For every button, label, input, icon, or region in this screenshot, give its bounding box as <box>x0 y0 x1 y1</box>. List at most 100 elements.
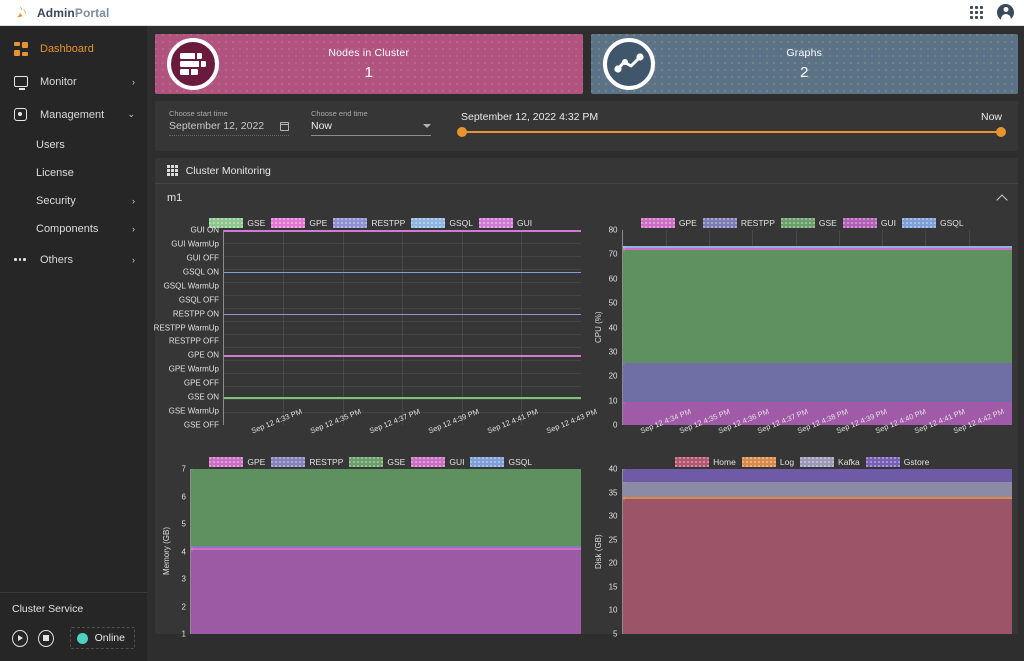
legend-swatch <box>478 218 513 228</box>
legend-label: GUI <box>516 218 533 228</box>
cluster-service-title: Cluster Service <box>12 603 84 615</box>
sidebar-item-management[interactable]: Management ⌄ <box>0 98 147 131</box>
legend-item[interactable]: RESTPP <box>702 218 775 228</box>
chevron-right-icon: › <box>132 224 135 234</box>
legend-item[interactable]: GPE <box>209 457 265 467</box>
calendar-icon[interactable] <box>279 121 289 131</box>
end-time-field[interactable]: Choose end time Now <box>311 109 431 136</box>
end-time-label: Choose end time <box>311 109 368 118</box>
legend-swatch <box>702 218 737 228</box>
sidebar-item-others[interactable]: Others › <box>0 243 147 276</box>
start-time-value: September 12, 2022 <box>169 120 265 132</box>
y-tick-label: 40 <box>608 464 618 474</box>
y-tick-label: 80 <box>608 225 618 235</box>
legend-item[interactable]: GUI <box>842 218 896 228</box>
play-button-icon[interactable] <box>12 629 28 647</box>
sidebar-item-monitor[interactable]: Monitor › <box>0 65 147 98</box>
grid-line-horizontal <box>224 308 581 309</box>
grid-line-vertical <box>461 230 463 425</box>
grid-line-vertical <box>402 230 404 425</box>
chevron-up-icon[interactable] <box>996 193 1008 206</box>
server-stack-icon <box>167 38 219 90</box>
y-axis-ticks: 7 6 5 4 3 2 1 <box>172 465 190 639</box>
legend-item[interactable]: GPE <box>640 218 697 228</box>
legend-item[interactable]: GSQL <box>901 218 964 228</box>
end-time-value: Now <box>311 120 333 132</box>
legend-item[interactable]: Gstore <box>865 457 929 467</box>
x-axis-ticks: Sep 12 4:34 PM Sep 12 4:35 PM Sep 12 4:36 … <box>622 407 1013 451</box>
area-band-gui <box>191 550 581 634</box>
chevron-right-icon: › <box>132 196 135 206</box>
grid-apps-icon[interactable] <box>970 6 983 19</box>
sidebar-item-license[interactable]: License <box>0 159 147 187</box>
chart-memory: GPE RESTPP GSE GUI GSQL Memory (GB) 7 6 5 4 3 2 1 <box>155 451 587 639</box>
legend-label: GUI <box>449 457 465 467</box>
y-tick-label: 10 <box>608 396 618 406</box>
legend-item[interactable]: GSE <box>349 457 405 467</box>
legend-item[interactable]: Log <box>741 457 795 467</box>
status-dot-icon <box>76 632 88 644</box>
series-line-gsql <box>224 271 581 274</box>
slider-handle-end[interactable] <box>996 127 1006 137</box>
ellipsis-icon <box>14 258 32 261</box>
legend-item[interactable]: GPE <box>271 218 327 228</box>
grid-line-horizontal <box>224 256 581 257</box>
series-line-gpe <box>224 355 581 357</box>
grid-line-horizontal <box>224 373 581 374</box>
y-axis-ticks: 40 35 30 25 20 15 10 5 <box>604 465 622 639</box>
legend-item[interactable]: GUI <box>411 457 464 467</box>
sidebar-item-users[interactable]: Users <box>0 131 147 159</box>
monitor-icon <box>14 76 32 90</box>
legend-label: Log <box>779 457 795 467</box>
legend-item[interactable]: RESTPP <box>271 457 343 467</box>
stop-button-icon[interactable] <box>37 629 54 647</box>
y-tick-label: RESTPP ON <box>172 309 219 319</box>
slider-start-label: September 12, 2022 4:32 PM <box>461 111 599 123</box>
legend-item[interactable]: Home <box>675 457 736 467</box>
area-band-gpe <box>191 548 581 551</box>
chevron-right-icon: › <box>132 76 135 87</box>
grid-line-vertical <box>342 230 344 425</box>
card-value: 1 <box>364 64 373 81</box>
y-tick-label: 35 <box>608 488 618 498</box>
start-time-field[interactable]: Choose start time September 12, 2022 <box>169 109 289 136</box>
legend-item[interactable]: RESTPP <box>333 218 405 228</box>
area-band-gpe <box>622 248 1012 250</box>
slider-handle-start[interactable] <box>457 127 467 137</box>
sidebar-item-security[interactable]: Security › <box>0 187 147 215</box>
chart-legend: Home Log Kafka Gstore <box>593 455 1013 469</box>
area-band-gstore <box>622 469 1012 483</box>
legend-item[interactable]: GSQL <box>411 218 473 228</box>
chevron-down-icon[interactable] <box>423 124 431 128</box>
legend-item[interactable]: Kafka <box>800 457 860 467</box>
series-line-gui <box>224 230 581 232</box>
y-tick-label: 60 <box>608 274 618 284</box>
legend-item[interactable]: GSE <box>780 218 837 228</box>
legend-item[interactable]: GUI <box>478 218 533 228</box>
legend-label: RESTPP <box>309 457 344 467</box>
grid-line-vertical <box>283 230 285 425</box>
start-time-label: Choose start time <box>169 109 228 118</box>
card-nodes-in-cluster[interactable]: Nodes in Cluster 1 <box>155 34 583 94</box>
top-app-bar: AdminPortal <box>0 0 1024 26</box>
area-band-home <box>622 498 1012 634</box>
card-graphs[interactable]: Graphs 2 <box>590 34 1018 94</box>
plot-area <box>621 469 1012 634</box>
slider-track[interactable] <box>457 127 1006 137</box>
legend-item[interactable]: GSQL <box>470 457 532 467</box>
sidebar-item-dashboard[interactable]: Dashboard <box>0 32 147 65</box>
sidebar-item-components[interactable]: Components › <box>0 215 147 243</box>
legend-swatch <box>411 218 446 228</box>
legend-label: RESTPP <box>371 218 406 228</box>
time-range-slider[interactable]: September 12, 2022 4:32 PM Now <box>457 109 1006 137</box>
area-band-kafka <box>622 482 1012 498</box>
node-row[interactable]: m1 <box>155 184 1018 212</box>
brand-title: AdminPortal <box>37 5 110 20</box>
brand-logo[interactable]: AdminPortal <box>14 5 109 21</box>
plot-area <box>223 230 581 425</box>
user-account-icon[interactable] <box>997 4 1014 21</box>
y-tick-label: GUI WarmUp <box>171 239 219 249</box>
chart-service-status: GSE GPE RESTPP GSQL GUI GUI ON GUI WarmUp GUI … <box>154 212 599 451</box>
series-line-gse <box>224 397 581 399</box>
sidebar-item-label: Management <box>40 108 105 121</box>
